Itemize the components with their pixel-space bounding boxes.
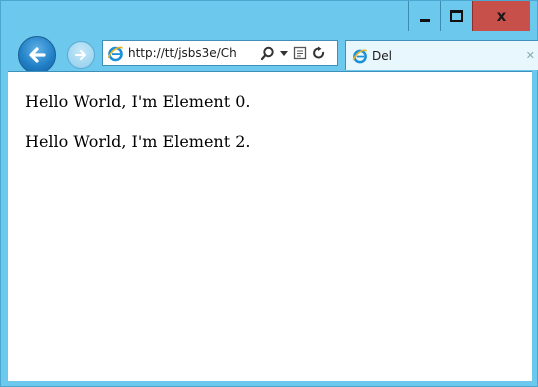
page-content: Hello World, I'm Element 0. Hello World,… [8, 71, 532, 381]
dropdown-icon[interactable] [280, 49, 288, 57]
back-button[interactable] [18, 36, 56, 74]
back-arrow-icon [29, 47, 46, 63]
maximize-icon [450, 10, 463, 22]
address-bar[interactable]: http://tt/jsbs3e/Ch [102, 40, 338, 66]
element-0-text: Hello World, I'm Element 0. [25, 92, 251, 111]
search-icon[interactable] [260, 46, 275, 61]
tab-title: Del [372, 48, 392, 63]
minimize-icon [419, 18, 430, 22]
close-button[interactable]: x [472, 1, 530, 31]
address-tools [260, 46, 331, 61]
minimize-button[interactable] [408, 1, 440, 31]
tab-close-icon[interactable]: ✕ [526, 49, 535, 62]
url-text[interactable]: http://tt/jsbs3e/Ch [128, 46, 256, 60]
forward-arrow-icon [75, 50, 86, 60]
caption-buttons: x [408, 1, 530, 31]
tab-active[interactable]: Del ✕ [345, 40, 538, 70]
ie-logo-icon [107, 46, 123, 61]
element-2-text: Hello World, I'm Element 2. [25, 132, 251, 151]
ie-logo-icon [352, 49, 367, 63]
forward-button[interactable] [67, 41, 95, 69]
compatibility-icon[interactable] [293, 46, 307, 60]
refresh-icon[interactable] [312, 46, 326, 60]
browser-window: x http://tt/jsbs3e/Ch Del ✕ Hello World,… [0, 0, 538, 387]
close-icon: x [496, 6, 507, 25]
maximize-button[interactable] [440, 1, 472, 31]
